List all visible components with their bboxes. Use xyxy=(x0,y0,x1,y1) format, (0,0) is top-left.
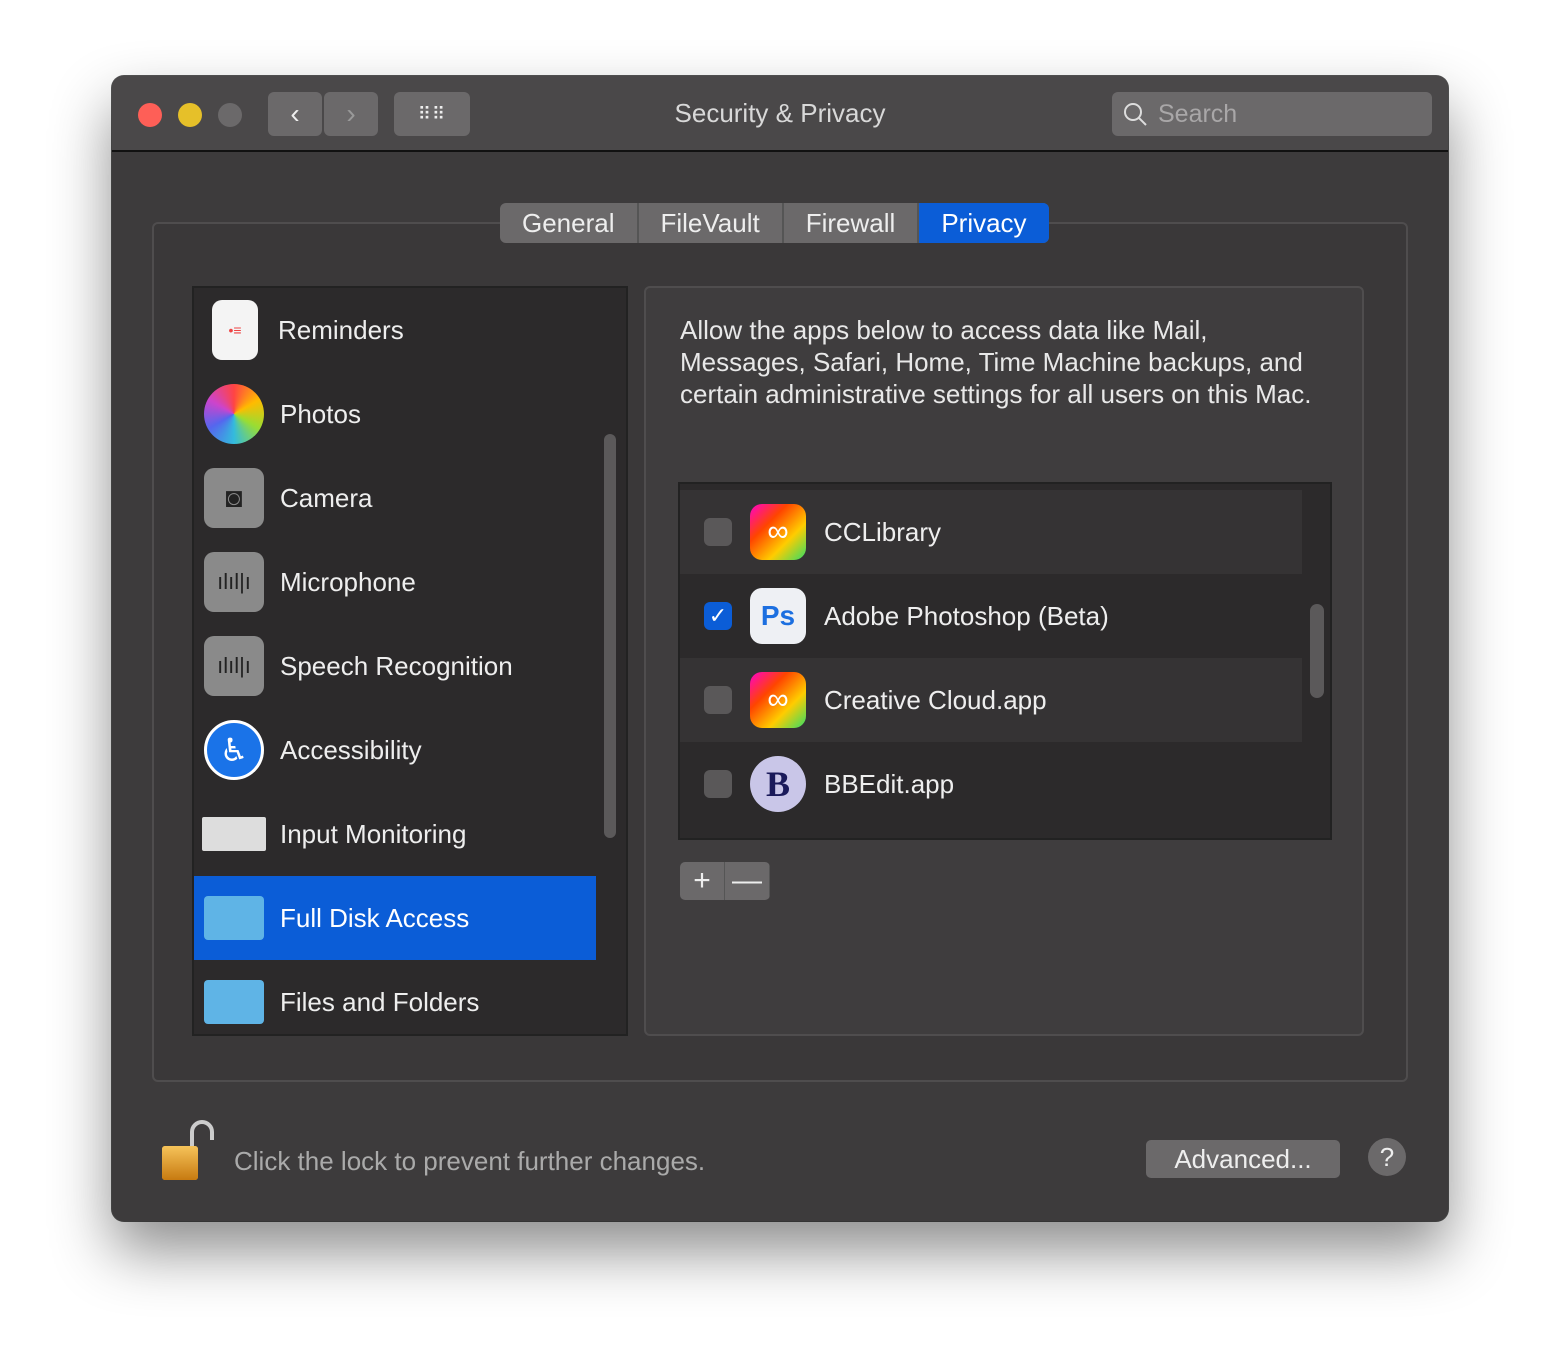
description-text: Allow the apps below to access data like… xyxy=(680,315,1312,409)
app-row-bbedit[interactable]: B BBEdit.app xyxy=(680,742,1302,826)
app-name: Adobe Photoshop (Beta) xyxy=(824,600,1109,631)
photos-icon xyxy=(204,384,264,444)
tab-privacy[interactable]: Privacy xyxy=(919,203,1049,243)
tab-firewall[interactable]: Firewall xyxy=(784,203,920,243)
checkmark-icon: ✓ xyxy=(708,603,728,628)
sidebar-item-input-monitoring[interactable]: Input Monitoring xyxy=(194,792,596,876)
sidebar-item-full-disk-access[interactable]: Full Disk Access xyxy=(194,876,596,960)
reminders-icon: •≡ xyxy=(212,300,258,360)
sidebar-item-label: Full Disk Access xyxy=(280,902,470,933)
checkbox[interactable]: ✓ xyxy=(704,602,732,630)
folder-icon xyxy=(204,896,264,940)
tab-filevault[interactable]: FileVault xyxy=(639,203,784,243)
checkbox[interactable] xyxy=(704,518,732,546)
advanced-button[interactable]: Advanced... xyxy=(1146,1140,1340,1178)
lock-status-text: Click the lock to prevent further change… xyxy=(234,1146,706,1176)
sidebar-item-label: Reminders xyxy=(278,314,404,345)
detail-panel: Allow the apps below to access data like… xyxy=(644,286,1364,1036)
speech-icon: ılıl|ı xyxy=(204,636,264,696)
checkbox[interactable] xyxy=(704,770,732,798)
add-remove-control: + — xyxy=(680,862,770,900)
lock-button[interactable] xyxy=(156,1118,214,1182)
sidebar-item-label: Accessibility xyxy=(280,734,422,765)
privacy-category-list: •≡ Reminders Photos ◙ Camera ılıl|ı Microph… xyxy=(192,286,628,1036)
keyboard-icon xyxy=(202,817,266,851)
sidebar-item-accessibility[interactable]: ♿︎ Accessibility xyxy=(194,708,596,792)
sidebar-item-label: Input Monitoring xyxy=(280,818,467,849)
sidebar-item-label: Microphone xyxy=(280,566,416,597)
creative-cloud-icon: ∞ xyxy=(750,672,806,728)
checkbox[interactable] xyxy=(704,686,732,714)
sidebar-item-label: Speech Recognition xyxy=(280,650,513,681)
window: ‹ › ⠿⠿ Security & Privacy Search General… xyxy=(112,76,1448,1221)
app-name: CCLibrary xyxy=(824,516,942,547)
app-name: BBEdit.app xyxy=(824,768,955,799)
title-bar: ‹ › ⠿⠿ Security & Privacy Search xyxy=(112,76,1448,152)
photoshop-icon: Ps xyxy=(750,588,806,644)
add-button[interactable]: + xyxy=(680,862,725,900)
bbedit-icon: B xyxy=(750,756,806,812)
remove-button[interactable]: — xyxy=(725,862,770,900)
app-row-photoshop-beta[interactable]: ✓ Ps Adobe Photoshop (Beta) xyxy=(680,574,1302,658)
sidebar-item-label: Files and Folders xyxy=(280,986,480,1017)
sidebar-item-files-and-folders[interactable]: Files and Folders xyxy=(194,960,596,1034)
search-field[interactable]: Search xyxy=(1112,92,1432,136)
folder-icon xyxy=(204,980,264,1024)
app-list: ∞ CCLibrary ✓ Ps Adobe Photoshop (Beta) ∞ Cr… xyxy=(678,482,1332,840)
sidebar-item-label: Camera xyxy=(280,482,373,513)
unlocked-lock-icon xyxy=(162,1120,214,1180)
tab-bar: General FileVault Firewall Privacy xyxy=(500,203,1049,243)
tab-general[interactable]: General xyxy=(500,203,639,243)
help-button[interactable]: ? xyxy=(1368,1138,1406,1176)
sidebar-item-camera[interactable]: ◙ Camera xyxy=(194,456,596,540)
sidebar-item-photos[interactable]: Photos xyxy=(194,372,596,456)
sidebar-item-microphone[interactable]: ılıl|ı Microphone xyxy=(194,540,596,624)
creative-cloud-icon: ∞ xyxy=(750,504,806,560)
search-placeholder: Search xyxy=(1158,99,1238,128)
sidebar-scrollbar[interactable] xyxy=(604,434,616,838)
app-row-creative-cloud[interactable]: ∞ Creative Cloud.app xyxy=(680,658,1302,742)
accessibility-icon: ♿︎ xyxy=(204,720,264,780)
sidebar-item-speech-recognition[interactable]: ılıl|ı Speech Recognition xyxy=(194,624,596,708)
app-row-cclibrary[interactable]: ∞ CCLibrary xyxy=(680,490,1302,574)
sidebar-item-reminders[interactable]: •≡ Reminders xyxy=(194,288,596,372)
sidebar-item-label: Photos xyxy=(280,398,361,429)
microphone-icon: ılıl|ı xyxy=(204,552,264,612)
camera-icon: ◙ xyxy=(204,468,264,528)
app-name: Creative Cloud.app xyxy=(824,684,1047,715)
app-list-scrollbar[interactable] xyxy=(1310,604,1324,698)
search-icon xyxy=(1124,103,1147,126)
